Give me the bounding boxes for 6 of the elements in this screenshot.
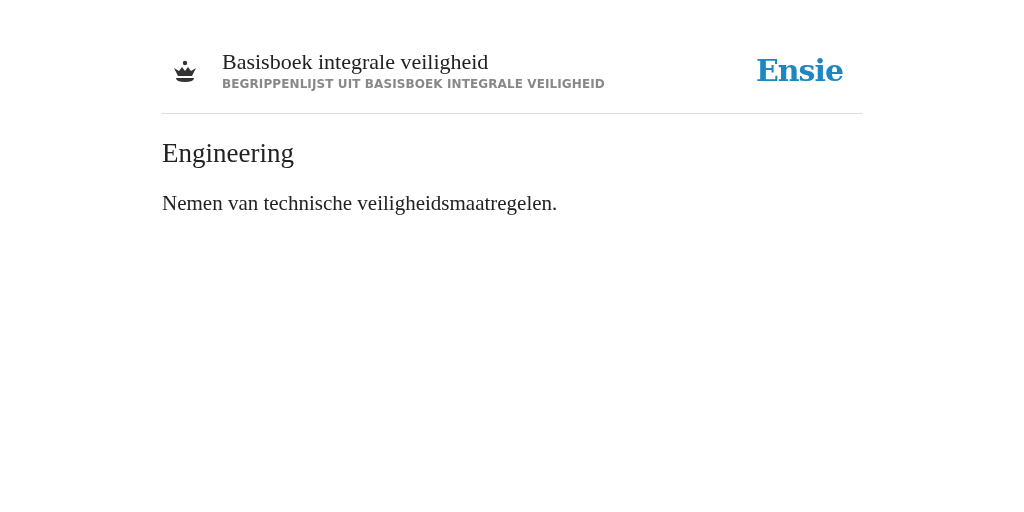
term-heading: Engineering: [162, 138, 295, 169]
book-title[interactable]: Basisboek integrale veiligheid: [222, 49, 756, 75]
term-definition: Nemen van technische veiligheidsmaatregelen.: [162, 191, 559, 216]
crown-icon: [172, 60, 198, 84]
brand-logo[interactable]: Ensie: [755, 52, 843, 88]
book-subtitle: BEGRIPPENLIJST UIT BASISBOEK INTEGRALE VEILIGHEID: [222, 77, 606, 91]
